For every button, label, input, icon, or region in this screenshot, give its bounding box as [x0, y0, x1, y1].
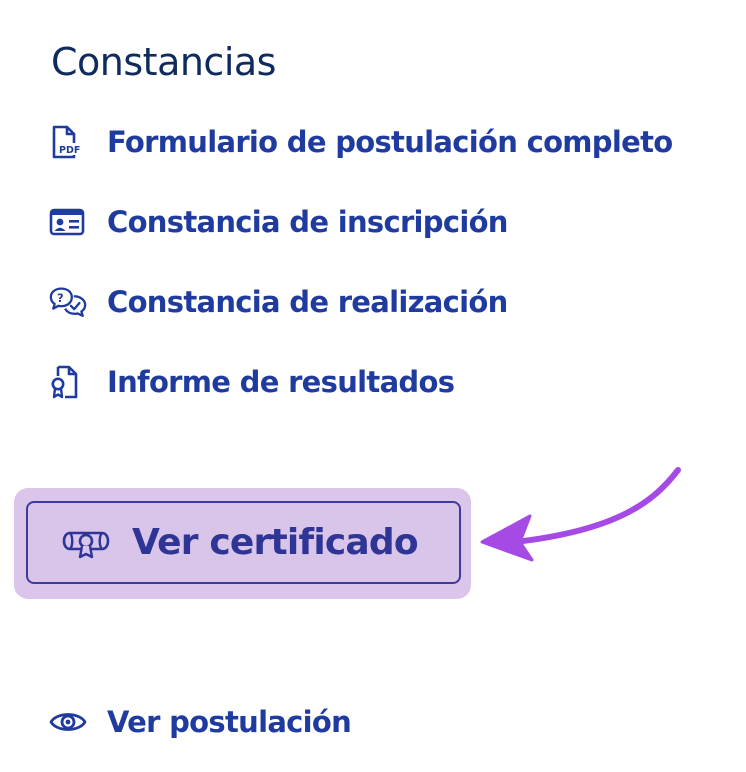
svg-text:PDF: PDF	[59, 145, 80, 156]
link-label: Constancia de inscripción	[107, 205, 508, 239]
link-label: Ver postulación	[107, 705, 352, 739]
link-informe-resultados[interactable]: Informe de resultados	[48, 362, 455, 402]
ver-certificado-button[interactable]: Ver certificado	[26, 501, 461, 584]
link-formulario-postulacion[interactable]: PDF Formulario de postulación completo	[48, 122, 673, 162]
chat-check-icon: ?	[48, 282, 88, 322]
link-constancia-inscripcion[interactable]: Constancia de inscripción	[48, 202, 508, 242]
link-label: Constancia de realización	[107, 285, 508, 319]
id-card-icon	[48, 202, 88, 242]
pdf-file-icon: PDF	[48, 122, 88, 162]
link-label: Informe de resultados	[107, 365, 455, 399]
link-ver-postulacion[interactable]: Ver postulación	[48, 702, 352, 742]
link-label: Formulario de postulación completo	[107, 125, 673, 159]
ver-certificado-label: Ver certificado	[132, 521, 419, 563]
file-award-icon	[48, 362, 88, 402]
svg-text:?: ?	[57, 291, 64, 305]
pointer-arrow-icon	[480, 467, 681, 562]
link-constancia-realizacion[interactable]: ? Constancia de realización	[48, 282, 508, 322]
section-title: Constancias	[51, 40, 276, 84]
diploma-icon	[60, 523, 112, 563]
eye-icon	[48, 702, 88, 742]
